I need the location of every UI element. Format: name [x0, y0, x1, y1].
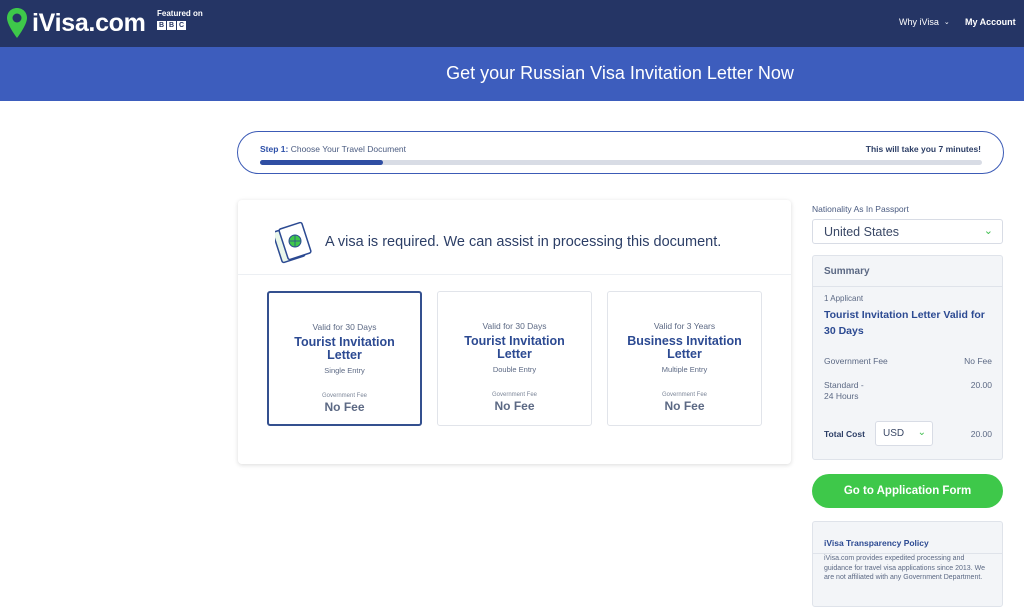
step-label: Step 1: Choose Your Travel Document	[260, 144, 406, 154]
option-entry: Multiple Entry	[661, 365, 708, 374]
logo-text: iVisa.com	[32, 8, 146, 37]
top-nav: iVisa.com Featured on B B C Why iVisa ⌄ …	[0, 0, 1024, 47]
step-time-estimate: This will take you 7 minutes!	[865, 144, 981, 154]
ivisa-logo[interactable]: iVisa.com	[6, 5, 146, 41]
my-account-link[interactable]: My Account	[965, 17, 1016, 27]
option-validity: Valid for 3 Years	[653, 321, 716, 331]
option-fee: No Fee	[664, 399, 705, 413]
option-fee: No Fee	[324, 400, 365, 414]
hero-banner: Get your Russian Visa Invitation Letter …	[0, 47, 1024, 101]
step-number: Step 1:	[260, 144, 289, 154]
transparency-policy: iVisa Transparency Policy iVisa.com prov…	[812, 521, 1003, 607]
option-validity: Valid for 30 Days	[482, 321, 547, 331]
summary-item-name: Tourist Invitation Letter Valid for 30 D…	[824, 309, 985, 337]
nationality-value: United States	[824, 225, 900, 239]
policy-text: iVisa.com provides expedited processing …	[824, 555, 985, 581]
applicant-count: 1 Applicant	[824, 294, 864, 303]
location-pin-icon	[7, 8, 27, 38]
passport-icon	[275, 221, 312, 264]
featured-label: Featured on	[157, 9, 203, 18]
option-gov-fee-label: Government Fee	[491, 392, 538, 398]
option-entry: Double Entry	[492, 365, 537, 374]
gov-fee-label: Government Fee	[824, 356, 888, 366]
option-gov-fee-label: Government Fee	[661, 392, 708, 398]
nationality-select[interactable]: United States ⌄	[812, 219, 1003, 244]
bbc-letter: B	[167, 21, 176, 30]
page-title: Get your Russian Visa Invitation Letter …	[446, 63, 794, 83]
option-name: Tourist Invitation Letter	[294, 335, 395, 362]
option-entry: Single Entry	[324, 366, 365, 375]
total-cost-value: 20.00	[970, 429, 992, 439]
chevron-down-icon: ⌄	[983, 225, 993, 237]
option-validity: Valid for 30 Days	[312, 322, 377, 332]
progress-bar	[260, 160, 982, 165]
total-cost-label: Total Cost	[824, 429, 865, 439]
summary-title: Summary	[824, 266, 870, 277]
option-tourist-single[interactable]: Valid for 30 Days Tourist Invitation Let…	[267, 291, 422, 426]
option-name: Tourist Invitation Letter	[464, 334, 565, 361]
policy-title: iVisa Transparency Policy	[824, 538, 929, 548]
visa-required-message: A visa is required. We can assist in pro…	[325, 234, 722, 250]
gov-fee-value: No Fee	[964, 356, 992, 366]
bbc-letter: C	[177, 21, 186, 30]
processing-value: 20.00	[970, 380, 992, 390]
option-tourist-double[interactable]: Valid for 30 Days Tourist Invitation Let…	[437, 291, 592, 426]
document-card: A visa is required. We can assist in pro…	[238, 200, 791, 464]
option-business-multiple[interactable]: Valid for 3 Years Business Invitation Le…	[607, 291, 762, 426]
option-name: Business Invitation Letter	[627, 334, 742, 361]
processing-label-line: Standard -	[824, 380, 864, 390]
order-summary: Summary 1 Applicant Tourist Invitation L…	[812, 255, 1003, 460]
bbc-logo: B B C	[157, 21, 186, 30]
processing-label: Standard - 24 Hours	[824, 380, 864, 402]
progress-fill	[260, 160, 383, 165]
card-header: A visa is required. We can assist in pro…	[238, 200, 791, 275]
divider	[813, 286, 1002, 287]
bbc-letter: B	[157, 21, 166, 30]
currency-value: USD	[883, 428, 905, 439]
step-progress-box: Step 1: Choose Your Travel Document This…	[237, 131, 1004, 174]
step-description: Choose Your Travel Document	[290, 144, 407, 154]
chevron-down-icon: ⌄	[943, 19, 950, 26]
nationality-label: Nationality As In Passport	[812, 204, 909, 214]
option-fee: No Fee	[494, 399, 535, 413]
why-ivisa-label: Why iVisa	[899, 17, 939, 27]
chevron-down-icon: ⌄	[917, 427, 926, 438]
option-gov-fee-label: Government Fee	[321, 393, 368, 399]
go-to-application-button[interactable]: Go to Application Form	[812, 474, 1003, 508]
processing-label-line: 24 Hours	[824, 391, 859, 401]
currency-select[interactable]: USD ⌄	[875, 421, 933, 446]
why-ivisa-menu[interactable]: Why iVisa ⌄	[899, 17, 950, 27]
